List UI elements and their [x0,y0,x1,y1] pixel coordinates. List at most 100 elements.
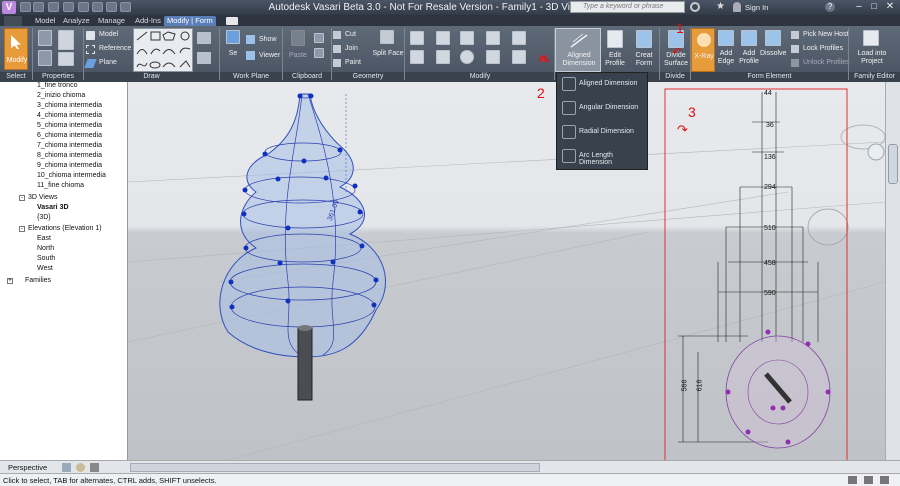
browser-item[interactable]: 9_chioma intermedia [37,162,102,169]
align-icon[interactable] [410,31,424,45]
editing-requests-icon[interactable] [880,476,889,484]
dissolve-icon[interactable] [765,30,781,46]
mirror-icon[interactable] [460,31,474,45]
delete-icon[interactable] [512,50,526,64]
paste-icon[interactable] [291,30,305,46]
expand-families-icon[interactable]: + [7,278,13,284]
browser-view-3d[interactable]: {3D} [37,214,51,221]
add-profile-icon[interactable] [741,30,757,46]
tab-model[interactable]: Model [32,16,58,26]
aligned-dimension-label: Aligned Dimension [562,52,596,67]
pick-new-host-button[interactable]: Pick New Host [791,29,851,41]
browser-item[interactable]: 7_chioma intermedia [37,142,102,149]
create-form-icon[interactable] [636,30,652,48]
search-box[interactable]: Type a keyword or phrase [570,1,685,13]
model-line-button[interactable]: Model [86,29,132,41]
tab-manage[interactable]: Manage [95,16,128,26]
shadows-icon[interactable] [90,463,99,472]
paint-button[interactable]: Paint [333,58,373,69]
show-work-plane-button[interactable]: Show [246,34,286,46]
family-category-icon[interactable] [58,52,74,66]
user-icon[interactable] [733,2,741,12]
search-input[interactable]: Type a keyword or phrase [583,3,663,10]
viewer-button[interactable]: Viewer [246,50,286,62]
browser-elevations[interactable]: Elevations (Elevation 1) [28,225,102,232]
split-icon[interactable] [486,50,500,64]
browser-item[interactable]: 4_chioma intermedia [37,112,102,119]
navigation-wheel-icon[interactable] [888,144,898,184]
star-icon[interactable]: ★ [716,1,725,12]
filter-icon[interactable] [848,476,857,484]
tab-analyze[interactable]: Analyze [60,16,93,26]
collapse-3d-views-icon[interactable]: - [19,195,25,201]
panel-select[interactable]: Select [0,73,32,80]
clipboard-small-icon-1[interactable] [314,33,324,43]
reference-plane-button[interactable]: Plane [84,57,132,69]
browser-families[interactable]: Families [25,277,51,284]
maximize-button[interactable]: □ [867,1,881,13]
hscroll-track[interactable] [130,463,540,472]
reference-line-button[interactable]: Reference [86,43,132,55]
aligned-dimension-button[interactable]: Aligned Dimension [555,28,601,72]
minimize-button[interactable]: – [852,1,866,13]
browser-item[interactable]: 11_fine chioma [37,182,84,189]
collapse-elevations-icon[interactable]: - [19,226,25,232]
application-menu-button[interactable] [4,16,22,26]
type-properties-icon[interactable] [38,50,52,66]
properties-icon[interactable] [38,30,52,46]
sign-in-link[interactable]: Sign In [745,3,768,12]
pin-icon[interactable] [512,31,526,45]
browser-item[interactable]: 10_chioma intermedia [37,172,106,179]
draw-tools-icons[interactable] [134,29,194,73]
menu-item-aligned-dimension[interactable]: Aligned Dimension [579,80,637,87]
search-icon[interactable] [690,2,700,12]
unlock-profiles-button[interactable]: Unlock Profiles [791,57,851,69]
split-face-icon[interactable] [380,30,394,44]
ribbon-toggle-icon[interactable] [226,17,238,25]
visual-style-icon[interactable] [62,463,71,472]
tab-add-ins[interactable]: Add-Ins [132,16,164,26]
load-into-project-icon[interactable] [863,30,879,46]
tree-form-model[interactable] [127,82,886,468]
tab-modify-form[interactable]: Modify | Form [164,16,216,26]
selection-count-icon[interactable] [864,476,873,484]
cut-button[interactable]: Cut [333,30,373,41]
menu-item-radial-dimension[interactable]: Radial Dimension [579,128,634,135]
rotate-icon[interactable] [460,50,474,64]
move-icon[interactable] [410,50,424,64]
xray-button[interactable]: X-Ray [691,28,715,72]
pick-faces-icon[interactable] [197,52,211,64]
edit-profile-icon[interactable] [607,30,623,48]
menu-item-angular-dimension[interactable]: Angular Dimension [579,104,638,111]
join-button[interactable]: Join [333,44,373,55]
browser-item[interactable]: 6_chioma intermedia [37,132,102,139]
modify-button[interactable]: Modify [4,28,28,70]
sun-path-icon[interactable] [76,463,85,472]
menu-item-arc-length-dimension[interactable]: Arc Length Dimension [579,152,647,166]
3d-viewport[interactable]: 44 36 136 294 510 458 590 566 616 361.09… [127,82,886,468]
family-types-icon[interactable] [58,30,74,50]
projection-mode[interactable]: Perspective [8,463,47,472]
browser-elevation-west[interactable]: West [37,265,53,272]
browser-item[interactable]: 5_chioma intermedia [37,122,102,129]
pick-lines-icon[interactable] [197,32,211,44]
set-work-plane-icon[interactable] [226,30,240,44]
clipboard-small-icon-2[interactable] [314,48,324,58]
browser-elevation-east[interactable]: East [37,235,51,242]
browser-3d-views[interactable]: 3D Views [28,194,57,201]
add-edge-icon[interactable] [718,30,734,46]
browser-elevation-north[interactable]: North [37,245,54,252]
browser-item[interactable]: 8_chioma intermedia [37,152,102,159]
copy-icon[interactable] [436,50,450,64]
lock-profiles-button[interactable]: Lock Profiles [791,43,851,55]
browser-item[interactable]: 3_chioma intermedia [37,102,102,109]
view-scrollbar[interactable] [885,82,900,460]
trim-icon[interactable] [486,31,500,45]
browser-item[interactable]: 1_fine tronco [37,82,77,89]
browser-view-vasari-3d[interactable]: Vasari 3D [37,204,69,211]
browser-elevation-south[interactable]: South [37,255,55,262]
offset-icon[interactable] [436,31,450,45]
help-icon[interactable]: ? [825,2,835,12]
browser-item[interactable]: 2_inizio chioma [37,92,85,99]
close-button[interactable]: ✕ [882,1,898,13]
